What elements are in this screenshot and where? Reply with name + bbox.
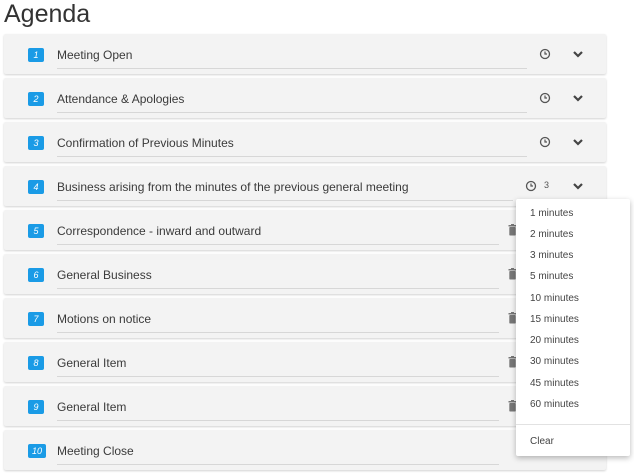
chevron-down-icon[interactable] [572, 181, 584, 191]
item-title-field[interactable]: Correspondence - inward and outward [57, 218, 499, 245]
item-title-field[interactable]: Confirmation of Previous Minutes [57, 130, 527, 157]
item-title-field[interactable]: Attendance & Apologies [57, 86, 527, 113]
chevron-down-icon[interactable] [572, 49, 584, 59]
menu-divider [516, 424, 630, 425]
clock-icon[interactable] [539, 92, 551, 104]
agenda-item[interactable]: 3 Confirmation of Previous Minutes [4, 122, 606, 162]
item-title-field[interactable]: General Item [57, 350, 499, 377]
item-number-badge: 9 [28, 400, 44, 414]
item-number-badge: 1 [28, 48, 44, 62]
item-number-badge: 10 [28, 444, 46, 458]
item-title-field[interactable]: Meeting Open [57, 42, 527, 69]
item-number-badge: 5 [28, 224, 44, 238]
item-number-badge: 7 [28, 312, 44, 326]
item-title-field[interactable]: General Item [57, 394, 499, 421]
clock-icon[interactable] [539, 48, 551, 60]
duration-option[interactable]: 20 minutes [530, 335, 579, 346]
duration-option[interactable]: 5 minutes [530, 271, 573, 282]
item-title-field[interactable]: Meeting Close [57, 438, 499, 465]
duration-option[interactable]: 45 minutes [530, 378, 579, 389]
duration-option[interactable]: 2 minutes [530, 229, 573, 240]
duration-option[interactable]: 3 minutes [530, 250, 573, 261]
item-title-field[interactable]: General Business [57, 262, 499, 289]
duration-option[interactable]: 1 minutes [530, 208, 573, 219]
agenda-item[interactable]: 1 Meeting Open [4, 34, 606, 74]
item-number-badge: 8 [28, 356, 44, 370]
item-number-badge: 6 [28, 268, 44, 282]
item-number-badge: 2 [28, 92, 44, 106]
item-title-field[interactable]: Business arising from the minutes of the… [57, 174, 513, 201]
duration-option[interactable]: 60 minutes [530, 399, 579, 410]
clear-duration-option[interactable]: Clear [530, 436, 554, 447]
item-number-badge: 3 [28, 136, 44, 150]
item-number-badge: 4 [28, 180, 44, 194]
clock-icon[interactable] [539, 136, 551, 148]
chevron-down-icon[interactable] [572, 137, 584, 147]
page-title: Agenda [4, 0, 91, 28]
item-duration-value: 3 [544, 180, 550, 190]
duration-option[interactable]: 10 minutes [530, 293, 579, 304]
item-title-field[interactable]: Motions on notice [57, 306, 499, 333]
duration-option[interactable]: 30 minutes [530, 356, 579, 367]
clock-icon[interactable] [525, 180, 537, 192]
chevron-down-icon[interactable] [572, 93, 584, 103]
duration-dropdown-menu: 1 minutes 2 minutes 3 minutes 5 minutes … [516, 199, 630, 456]
duration-option[interactable]: 15 minutes [530, 314, 579, 325]
agenda-item[interactable]: 2 Attendance & Apologies [4, 78, 606, 118]
